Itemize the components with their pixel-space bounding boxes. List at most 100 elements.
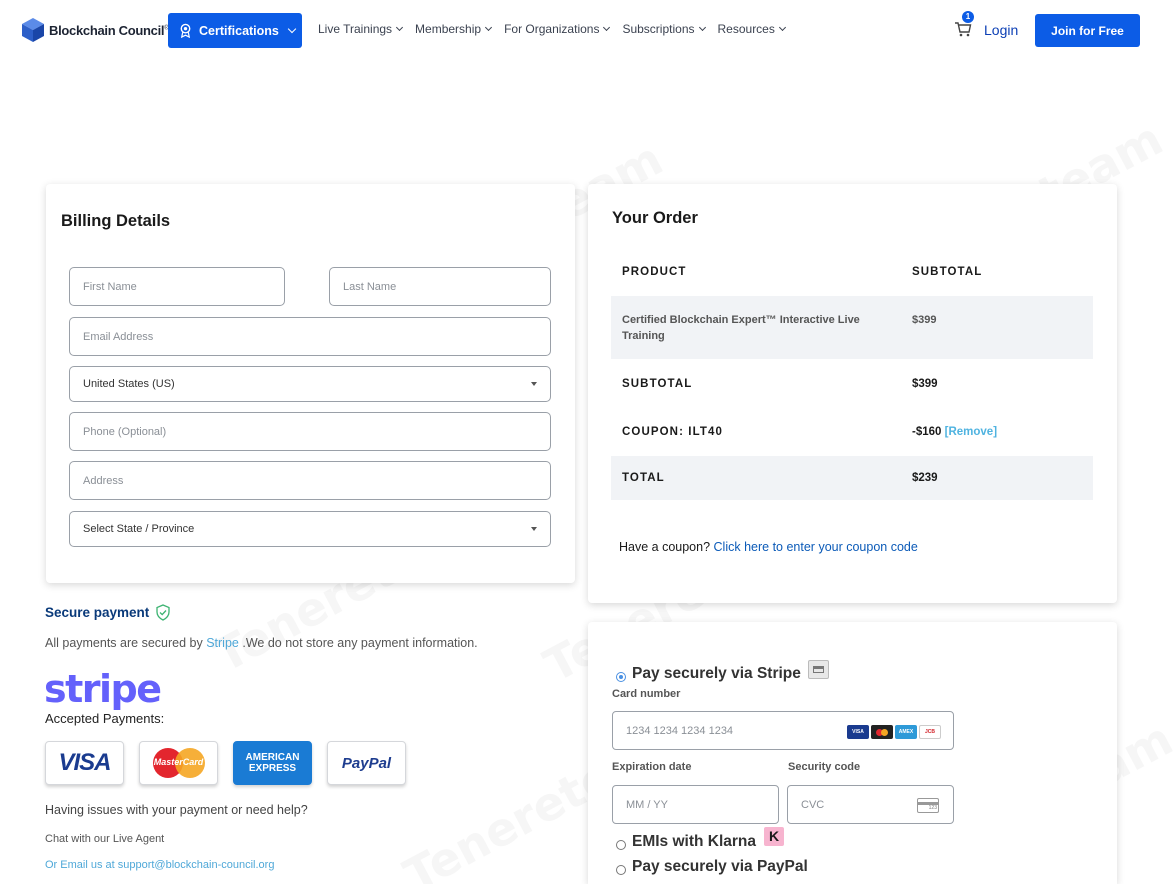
state-value: Select State / Province bbox=[83, 523, 195, 535]
chevron-down-icon bbox=[287, 24, 297, 34]
cart-count-badge: 1 bbox=[962, 11, 974, 23]
subtotal-row: SUBTOTAL $399 bbox=[611, 366, 1093, 402]
col-product: PRODUCT bbox=[622, 266, 687, 278]
chevron-down-icon bbox=[603, 23, 611, 32]
secure-payment-heading: Secure payment bbox=[45, 604, 171, 621]
shield-check-icon bbox=[156, 604, 170, 621]
cvc-placeholder: CVC bbox=[801, 798, 825, 811]
stripe-logo: stripe bbox=[44, 667, 162, 711]
product-name: Certified Blockchain Expert™ Interactive… bbox=[622, 313, 860, 342]
accepted-payment-logos: VISA MasterCard AMERICAN EXPRESS PayPal bbox=[45, 741, 406, 785]
nav-label: Subscriptions bbox=[622, 22, 695, 36]
chevron-down-icon bbox=[698, 23, 706, 32]
klarna-method-label[interactable]: EMIs with Klarna bbox=[632, 833, 756, 851]
stripe-radio[interactable] bbox=[616, 672, 626, 682]
stripe-link[interactable]: Stripe bbox=[206, 636, 239, 650]
expiration-field[interactable]: MM / YY bbox=[612, 785, 779, 824]
subtotal-value: $399 bbox=[912, 378, 938, 390]
nav-label: For Organizations bbox=[504, 22, 600, 36]
certifications-label: Certifications bbox=[199, 23, 279, 38]
amex-line2: EXPRESS bbox=[248, 763, 297, 774]
have-coupon-line: Have a coupon? Click here to enter your … bbox=[619, 540, 918, 554]
mastercard-logo: MasterCard bbox=[139, 741, 218, 785]
dropdown-arrow-icon bbox=[531, 382, 537, 386]
nav-label: Resources bbox=[717, 22, 775, 36]
card-number-placeholder: 1234 1234 1234 1234 bbox=[626, 724, 734, 737]
klarna-radio[interactable] bbox=[616, 840, 626, 850]
support-email-link[interactable]: Or Email us at support@blockchain-counci… bbox=[45, 859, 274, 871]
nav-live-trainings[interactable]: Live Trainings bbox=[318, 22, 404, 36]
order-title: Your Order bbox=[612, 209, 698, 227]
total-row: TOTAL $239 bbox=[611, 456, 1093, 500]
join-for-free-button[interactable]: Join for Free bbox=[1035, 14, 1140, 47]
card-number-field[interactable]: 1234 1234 1234 1234 VISA AMEX JCB bbox=[612, 711, 954, 750]
paypal-method-label[interactable]: Pay securely via PayPal bbox=[632, 858, 808, 876]
coupon-value: -$160 bbox=[912, 426, 942, 438]
order-item-row: Certified Blockchain Expert™ Interactive… bbox=[611, 296, 1093, 359]
card-number-label: Card number bbox=[612, 688, 681, 700]
phone-field[interactable]: Phone (Optional) bbox=[69, 412, 551, 451]
site-header: Blockchain Council® Certifications Live … bbox=[0, 0, 1173, 62]
paypal-logo: PayPal bbox=[327, 741, 406, 785]
your-order-card: Your Order PRODUCT SUBTOTAL Certified Bl… bbox=[588, 184, 1117, 603]
certifications-button[interactable]: Certifications bbox=[168, 13, 302, 48]
card-brand-icons: VISA AMEX JCB bbox=[847, 725, 941, 739]
state-select[interactable]: Select State / Province bbox=[69, 511, 551, 547]
klarna-logo: K bbox=[764, 827, 784, 846]
nav-label: Live Trainings bbox=[318, 22, 393, 36]
product-price: $399 bbox=[912, 314, 937, 326]
logo[interactable]: Blockchain Council® bbox=[20, 17, 169, 43]
jcb-icon: JCB bbox=[919, 725, 941, 739]
first-name-field[interactable]: First Name bbox=[69, 267, 285, 306]
nav-resources[interactable]: Resources bbox=[717, 22, 786, 36]
coupon-row: COUPON: ILT40 -$160 [Remove] bbox=[611, 414, 1093, 450]
mastercard-icon bbox=[871, 725, 893, 739]
paypal-logo-text: PayPal bbox=[341, 754, 392, 772]
billing-title: Billing Details bbox=[61, 212, 171, 230]
login-link[interactable]: Login bbox=[984, 22, 1018, 38]
secure-text-after: .We do not store any payment information… bbox=[242, 636, 478, 650]
credit-card-icon bbox=[808, 660, 829, 679]
dropdown-arrow-icon bbox=[531, 527, 537, 531]
chat-live-agent-link[interactable]: Chat with our Live Agent bbox=[45, 833, 164, 845]
visa-logo-text: VISA bbox=[58, 749, 111, 776]
have-coupon-text: Have a coupon? bbox=[619, 540, 711, 554]
order-table-header: PRODUCT SUBTOTAL bbox=[611, 254, 1093, 290]
remove-coupon-link[interactable]: [Remove] bbox=[945, 426, 997, 438]
mastercard-logo-text: MasterCard bbox=[153, 757, 204, 767]
nav-for-organizations[interactable]: For Organizations bbox=[504, 22, 611, 36]
subtotal-label: SUBTOTAL bbox=[622, 378, 693, 390]
coupon-label: COUPON: ILT40 bbox=[622, 426, 723, 438]
coupon-value-wrap: -$160 [Remove] bbox=[912, 426, 997, 438]
cvc-card-icon: 123 bbox=[917, 798, 939, 813]
secure-text-before: All payments are secured by bbox=[45, 636, 203, 650]
col-subtotal: SUBTOTAL bbox=[912, 266, 983, 278]
amex-icon: AMEX bbox=[895, 725, 917, 739]
billing-details-card: Billing Details First Name Last Name Ema… bbox=[46, 184, 575, 583]
nav-membership[interactable]: Membership bbox=[415, 22, 493, 36]
chevron-down-icon bbox=[485, 23, 493, 32]
award-icon bbox=[180, 23, 191, 38]
expiration-label: Expiration date bbox=[612, 761, 692, 773]
cvc-field[interactable]: CVC 123 bbox=[787, 785, 954, 824]
total-label: TOTAL bbox=[622, 472, 665, 484]
chevron-down-icon bbox=[396, 23, 404, 32]
country-select[interactable]: United States (US) bbox=[69, 366, 551, 402]
american-express-logo: AMERICAN EXPRESS bbox=[233, 741, 312, 785]
enter-coupon-link[interactable]: Click here to enter your coupon code bbox=[714, 540, 918, 554]
address-field[interactable]: Address bbox=[69, 461, 551, 500]
security-code-label: Security code bbox=[788, 761, 861, 773]
cvc-icon-text: 123 bbox=[928, 805, 937, 811]
stripe-method-label[interactable]: Pay securely via Stripe bbox=[632, 665, 801, 683]
accepted-payments-label: Accepted Payments: bbox=[45, 711, 165, 726]
paypal-radio[interactable] bbox=[616, 865, 626, 875]
cube-logo-icon bbox=[22, 18, 44, 42]
last-name-field[interactable]: Last Name bbox=[329, 267, 551, 306]
email-field[interactable]: Email Address bbox=[69, 317, 551, 356]
total-value: $239 bbox=[912, 472, 938, 484]
nav-subscriptions[interactable]: Subscriptions bbox=[622, 22, 706, 36]
secure-payment-title: Secure payment bbox=[45, 605, 150, 620]
chevron-down-icon bbox=[778, 23, 786, 32]
payment-help-text: Having issues with your payment or need … bbox=[45, 803, 308, 817]
secure-payment-text: All payments are secured by Stripe .We d… bbox=[45, 636, 478, 650]
